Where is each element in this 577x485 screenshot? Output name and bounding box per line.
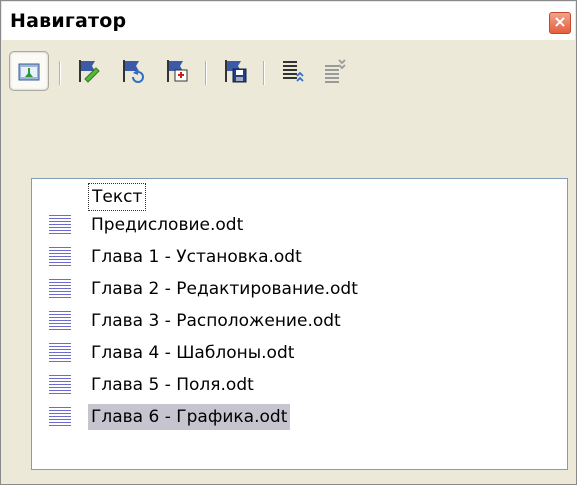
update-icon — [123, 60, 144, 83]
toolbar-separator — [59, 61, 61, 85]
toolbar-separator — [205, 61, 207, 85]
title-bar[interactable]: Навигатор × — [2, 2, 575, 40]
list-item[interactable]: Глава 1 - Установка.odt — [88, 244, 305, 272]
navigator-panel: Навигатор × Текст Предисловие.odt Глава … — [0, 0, 577, 485]
demote-icon — [325, 59, 346, 83]
list-item-label: Глава 4 - Шаблоны.odt — [91, 343, 295, 363]
navigator-list[interactable]: Текст Предисловие.odt Глава 1 - Установк… — [31, 178, 568, 470]
toolbar — [9, 45, 569, 101]
save-as-button[interactable] — [215, 51, 255, 91]
list-item-label: Глава 3 - Расположение.odt — [91, 311, 341, 331]
level-lines-icon — [49, 375, 71, 396]
list-item-label: Глава 6 - Графика.odt — [88, 404, 291, 430]
list-item[interactable]: Текст — [88, 183, 147, 211]
level-lines-icon — [49, 279, 71, 300]
update-button[interactable] — [113, 51, 153, 91]
list-item[interactable]: Глава 4 - Шаблоны.odt — [88, 340, 297, 368]
close-button[interactable]: × — [549, 12, 571, 34]
promote-button[interactable] — [273, 51, 313, 91]
edit-button[interactable] — [69, 51, 109, 91]
list-item-label: Глава 5 - Поля.odt — [91, 375, 254, 395]
toggle-icon — [18, 63, 40, 81]
list-item[interactable]: Предисловие.odt — [88, 212, 246, 240]
list-item[interactable]: Глава 5 - Поля.odt — [88, 372, 257, 400]
list-item-label: Текст — [88, 183, 147, 211]
list-item-selected[interactable]: Глава 6 - Графика.odt — [88, 404, 291, 432]
list-item-label: Предисловие.odt — [91, 215, 244, 235]
toolbar-separator — [263, 61, 265, 85]
demote-button[interactable] — [315, 51, 355, 91]
save-as-icon — [225, 60, 247, 83]
window-title: Навигатор — [10, 10, 127, 32]
close-icon: × — [553, 12, 567, 31]
promote-icon — [283, 61, 304, 82]
edit-icon — [79, 60, 100, 83]
insert-icon — [167, 60, 188, 82]
insert-button[interactable] — [157, 51, 197, 91]
level-lines-icon — [49, 343, 71, 364]
list-item-label: Глава 2 - Редактирование.odt — [91, 279, 358, 299]
level-lines-icon — [49, 215, 71, 236]
level-lines-icon — [49, 247, 71, 268]
list-item[interactable]: Глава 2 - Редактирование.odt — [88, 276, 361, 304]
list-item-label: Глава 1 - Установка.odt — [91, 247, 302, 267]
list-item[interactable]: Глава 3 - Расположение.odt — [88, 308, 344, 336]
toggle-button[interactable] — [9, 51, 49, 91]
level-lines-icon — [49, 407, 71, 428]
level-lines-icon — [49, 311, 71, 332]
